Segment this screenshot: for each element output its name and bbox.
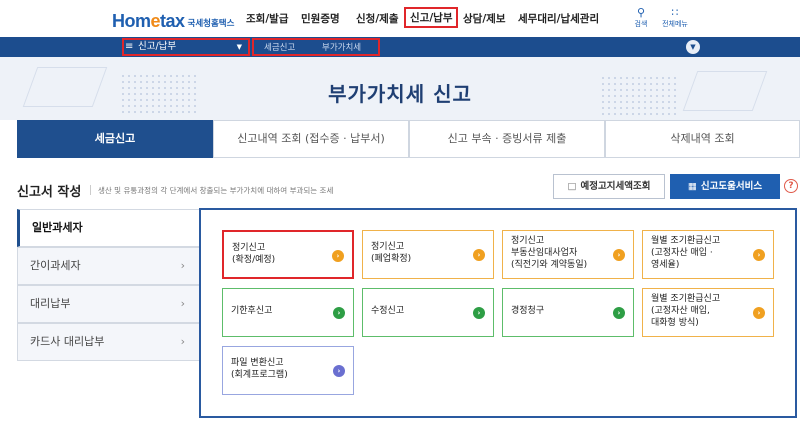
card-line: 기한후신고: [231, 306, 273, 316]
card-monthly-early-refund-interactive[interactable]: 월별 조기환급신고 (고정자산 매입, 대화형 방식) ›: [642, 288, 774, 337]
report-options-panel: 정기신고 (확정/예정) › 정기신고 (폐업확정) › 정기신고 부동산임대사…: [199, 208, 797, 418]
card-regular-report-closure[interactable]: 정기신고 (폐업확정) ›: [362, 230, 494, 279]
notice-tax-inquiry-button[interactable]: □ 예정고지세액조회: [553, 174, 665, 199]
arrow-right-icon: ›: [753, 249, 765, 261]
help-icon[interactable]: ?: [784, 179, 798, 193]
card-line: (폐업확정): [371, 254, 412, 264]
card-line: 정기신고: [232, 243, 266, 253]
section-description: 생산 및 유통과정의 각 단계에서 창출되는 부가가치에 대하여 부과되는 조세: [89, 185, 334, 195]
side-item-label: 간이과세자: [30, 259, 81, 272]
menu-dropdown[interactable]: ≡ 신고/납부 ▼: [122, 38, 250, 56]
tab-attachments[interactable]: 신고 부속 · 증빙서류 제출: [409, 120, 605, 158]
side-item-proxy-payment[interactable]: 대리납부 ›: [17, 285, 200, 323]
logo-subtitle: 국세청홈택스: [187, 19, 235, 29]
arrow-right-icon: ›: [473, 249, 485, 261]
breadcrumb-item-tax-report[interactable]: 세금신고: [264, 41, 295, 53]
arrow-right-icon: ›: [753, 307, 765, 319]
arrow-right-icon: ›: [333, 307, 345, 319]
breadcrumb-item-vat[interactable]: 부가가치세: [322, 41, 361, 53]
gnb-item-report-pay[interactable]: 신고/납부: [404, 7, 459, 28]
card-line: (고정자산 매입,: [651, 306, 710, 316]
breadcrumb: 세금신고 부가가치세: [252, 38, 380, 56]
document-icon: □: [567, 181, 577, 192]
card-line: 파일 변환신고: [231, 358, 284, 368]
search-label: 검색: [634, 20, 648, 28]
collapse-toggle-icon[interactable]: ▼: [686, 40, 700, 54]
card-line: (확정/예정): [232, 255, 276, 265]
side-item-label: 카드사 대리납부: [30, 335, 105, 348]
gnb-item-tax-agent[interactable]: 세무대리/납세관리: [518, 11, 599, 26]
tab-deleted-history[interactable]: 삭제내역 조회: [605, 120, 800, 158]
all-menu-label: 전체메뉴: [662, 20, 688, 28]
card-line: 월별 조기환급신고: [651, 236, 721, 246]
card-line: 수정신고: [371, 306, 405, 316]
gnb-item-inquiry[interactable]: 조회/발급: [246, 11, 288, 26]
all-menu-button[interactable]: ∷ 전체메뉴: [660, 6, 690, 29]
notice-tax-inquiry-label: 예정고지세액조회: [580, 181, 651, 192]
side-item-label: 일반과세자: [32, 221, 83, 234]
card-line: (직전기와 계약동일): [511, 260, 588, 270]
sub-navbar: ≡ 신고/납부 ▼ 세금신고 부가가치세 ▼: [0, 37, 800, 57]
menu-dropdown-value: 신고/납부: [138, 41, 177, 52]
card-line: (회계프로그램): [231, 370, 288, 380]
card-late-report[interactable]: 기한후신고 ›: [222, 288, 354, 337]
side-item-simplified-taxpayer[interactable]: 간이과세자 ›: [17, 247, 200, 285]
tab-tax-report[interactable]: 세금신고: [17, 120, 213, 158]
card-line: 경정청구: [511, 306, 545, 316]
card-line: (고정자산 매입 ·: [651, 248, 713, 258]
card-line: 대화형 방식): [651, 318, 699, 328]
top-header: Hometax 국세청홈택스 조회/발급 민원증명 신청/제출 신고/납부 상담…: [0, 0, 800, 37]
chevron-down-icon: ▼: [236, 43, 242, 51]
card-amended-report[interactable]: 수정신고 ›: [362, 288, 494, 337]
arrow-right-icon: ›: [333, 365, 345, 377]
report-help-service-label: 신고도움서비스: [700, 181, 763, 192]
section-title: 신고서 작성: [17, 185, 82, 200]
arrow-right-icon: ›: [332, 250, 344, 262]
page-title: 부가가치세 신고: [328, 82, 472, 106]
chevron-right-icon: ›: [180, 297, 185, 310]
card-line: 부동산임대사업자: [511, 248, 578, 258]
logo-wordmark: Hometax: [112, 11, 185, 31]
card-regular-report-real-estate[interactable]: 정기신고 부동산임대사업자 (직전기와 계약동일) ›: [502, 230, 634, 279]
gnb-item-apply[interactable]: 신청/제출: [356, 11, 398, 26]
card-file-conversion-report[interactable]: 파일 변환신고 (회계프로그램) ›: [222, 346, 354, 395]
gnb-item-civil[interactable]: 민원증명: [301, 11, 340, 26]
card-line: 월별 조기환급신고: [651, 294, 721, 304]
chevron-right-icon: ›: [180, 259, 185, 272]
chevron-right-icon: ›: [180, 335, 185, 348]
arrow-right-icon: ›: [473, 307, 485, 319]
card-line: 정기신고: [511, 236, 545, 246]
arrow-right-icon: ›: [613, 249, 625, 261]
tab-report-history[interactable]: 신고내역 조회 (접수증 · 납부서): [213, 120, 409, 158]
side-item-general-taxpayer[interactable]: 일반과세자: [17, 209, 200, 247]
side-item-card-proxy-payment[interactable]: 카드사 대리납부 ›: [17, 323, 200, 361]
arrow-right-icon: ›: [613, 307, 625, 319]
side-item-label: 대리납부: [30, 297, 71, 310]
gnb-item-consult[interactable]: 상담/제보: [463, 11, 505, 26]
hometax-logo[interactable]: Hometax 국세청홈택스: [112, 8, 234, 32]
page-banner: 부가가치세 신고: [0, 57, 800, 120]
card-line: 정기신고: [371, 242, 405, 252]
search-icon: ⚲: [636, 6, 646, 19]
card-line: 영세율): [651, 260, 680, 270]
main-tabs: 세금신고 신고내역 조회 (접수증 · 납부서) 신고 부속 · 증빙서류 제출…: [17, 120, 800, 158]
book-icon: ▦: [687, 181, 697, 192]
report-help-service-button[interactable]: ▦ 신고도움서비스: [670, 174, 780, 199]
grid-menu-icon: ∷: [671, 6, 679, 19]
hamburger-icon: ≡: [125, 41, 134, 52]
card-correction-claim[interactable]: 경정청구 ›: [502, 288, 634, 337]
card-regular-report[interactable]: 정기신고 (확정/예정) ›: [222, 230, 354, 279]
card-monthly-early-refund[interactable]: 월별 조기환급신고 (고정자산 매입 · 영세율) ›: [642, 230, 774, 279]
search-button[interactable]: ⚲ 검색: [626, 6, 656, 29]
